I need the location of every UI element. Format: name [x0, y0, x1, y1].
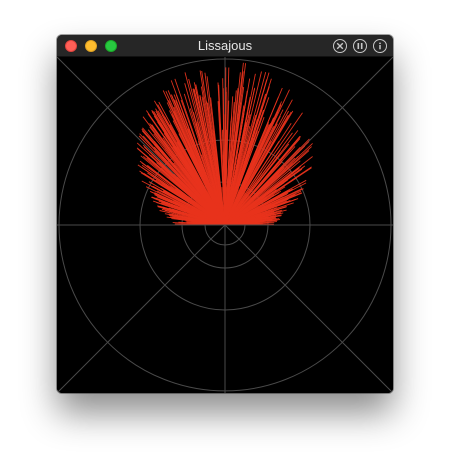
- lissajous-window: Lissajous: [57, 35, 393, 393]
- scope-display: [57, 57, 393, 393]
- info-circle-icon: [379, 42, 381, 50]
- pause-circle-icon: [357, 43, 363, 49]
- info-button[interactable]: [373, 39, 387, 53]
- close-circle-icon: [336, 42, 344, 50]
- stop-button[interactable]: [333, 39, 347, 53]
- pause-button[interactable]: [353, 39, 367, 53]
- title-bar[interactable]: Lissajous: [57, 35, 393, 57]
